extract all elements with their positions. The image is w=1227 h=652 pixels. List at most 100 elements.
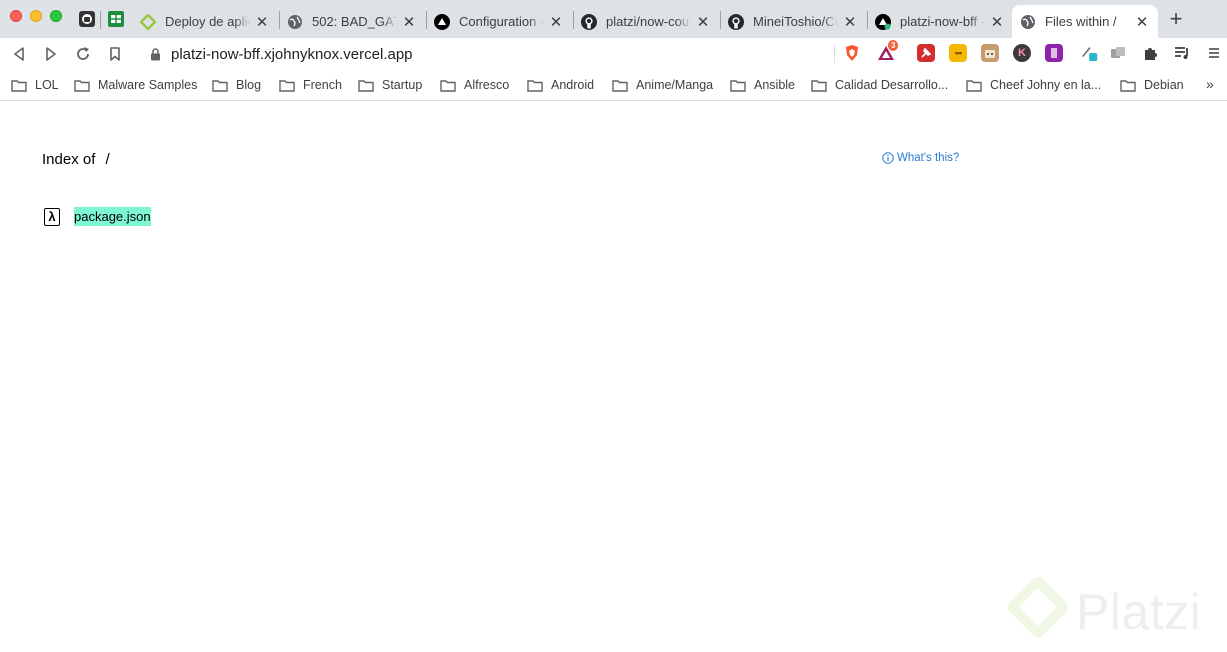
- tab-title: 502: BAD_GATEWAY: [312, 14, 397, 29]
- folder-icon: [74, 79, 90, 92]
- reload-icon: [77, 47, 89, 60]
- back-arrow-icon: [14, 47, 24, 61]
- sheets-icon: [108, 11, 124, 27]
- bookmark-label: Cheef Johny en la...: [990, 78, 1102, 92]
- bookmarks-overflow-icon[interactable]: »: [1206, 76, 1214, 92]
- close-tab-icon[interactable]: ✕: [548, 13, 564, 31]
- page-content: Index of / What's this? λ package.json P…: [0, 102, 1227, 652]
- file-link[interactable]: package.json: [74, 207, 151, 226]
- tab-deploy[interactable]: Deploy de aplica ✕: [132, 5, 278, 38]
- bookmark-folder[interactable]: Debian: [1120, 77, 1184, 93]
- github-icon: [728, 13, 744, 30]
- folder-icon: [358, 79, 374, 92]
- bookmark-folder[interactable]: Blog: [212, 77, 261, 93]
- whats-this-link[interactable]: What's this?: [882, 152, 959, 164]
- bookmark-label: Malware Samples: [98, 78, 198, 92]
- bookmark-folder[interactable]: French: [279, 77, 342, 93]
- yellow-extension-icon[interactable]: •••: [949, 44, 967, 62]
- close-tab-icon[interactable]: ✕: [989, 13, 1005, 31]
- tab-platzi-now-bff[interactable]: platzi-now-bff - ✕: [867, 5, 1013, 38]
- folder-icon: [612, 79, 628, 92]
- bookmark-label: French: [303, 78, 342, 92]
- new-tab-button[interactable]: +: [1165, 8, 1187, 30]
- lock-icon: [148, 47, 162, 61]
- reload-button[interactable]: [72, 43, 94, 65]
- current-path: /: [105, 151, 110, 168]
- teal-extension-icon[interactable]: [1081, 44, 1099, 62]
- file-list-item[interactable]: λ package.json: [44, 207, 151, 226]
- close-tab-icon[interactable]: ✕: [695, 13, 711, 31]
- tab-separator: [100, 11, 101, 29]
- globe-icon: [287, 14, 303, 30]
- pinned-tab-1[interactable]: [77, 9, 97, 29]
- bookmark-label: Alfresco: [464, 78, 510, 92]
- bookmark-folder[interactable]: Calidad Desarrollo...: [811, 77, 948, 93]
- menu-hamburger-icon[interactable]: [1205, 44, 1223, 62]
- bookmark-folder[interactable]: Startup: [358, 77, 422, 93]
- forward-arrow-icon: [46, 47, 56, 61]
- lambda-icon: λ: [44, 207, 60, 226]
- maximize-window-button[interactable]: [50, 10, 62, 22]
- tab-title: MineiToshio/Cur: [753, 14, 838, 29]
- tab-title: platzi/now-cours: [606, 14, 691, 29]
- tab-bad-gateway[interactable]: 502: BAD_GATEWAY ✕: [279, 5, 425, 38]
- bookmark-label: Debian: [1144, 78, 1184, 92]
- tab-title: Deploy de aplica: [165, 14, 250, 29]
- bookmark-folder[interactable]: Anime/Manga: [612, 77, 713, 93]
- tab-strip: Deploy de aplica ✕ 502: BAD_GATEWAY ✕ Co…: [0, 0, 1227, 38]
- whats-this-label: What's this?: [897, 152, 960, 164]
- folder-icon: [811, 79, 827, 92]
- bookmark-label: Startup: [382, 78, 423, 92]
- brave-rewards-icon[interactable]: 3: [877, 40, 899, 62]
- tab-files-within[interactable]: Files within / ✕: [1012, 5, 1158, 38]
- folder-icon: [966, 79, 982, 92]
- bookmark-icon: [110, 47, 120, 61]
- back-button[interactable]: [8, 43, 30, 65]
- close-tab-icon[interactable]: ✕: [842, 13, 858, 31]
- folder-icon: [527, 79, 543, 92]
- bookmark-folder[interactable]: Cheef Johny en la...: [966, 77, 1101, 93]
- tan-extension-icon[interactable]: [981, 44, 999, 62]
- pin-extension-icon[interactable]: [917, 44, 935, 62]
- forward-button[interactable]: [40, 43, 62, 65]
- folder-icon: [212, 79, 228, 92]
- bookmark-folder[interactable]: Alfresco: [440, 77, 509, 93]
- tab-configuration[interactable]: Configuration - ✕: [426, 5, 572, 38]
- k-extension-icon[interactable]: K: [1013, 44, 1031, 62]
- bookmark-folder[interactable]: Malware Samples: [74, 77, 197, 93]
- close-tab-icon[interactable]: ✕: [401, 13, 417, 31]
- pinned-tab-2[interactable]: [106, 9, 126, 29]
- gray-extension-icon[interactable]: [1109, 44, 1127, 62]
- rewards-badge: 3: [888, 40, 899, 51]
- bookmark-label: LOL: [35, 78, 59, 92]
- platzi-logo-icon: [1008, 577, 1068, 638]
- vercel-triangle-icon: [434, 13, 450, 30]
- tab-title: Files within /: [1045, 14, 1117, 29]
- github-icon: [581, 13, 597, 30]
- vercel-triangle-icon: [875, 13, 891, 30]
- close-tab-icon[interactable]: ✕: [254, 13, 270, 31]
- bookmark-folder[interactable]: LOL: [11, 77, 59, 93]
- tab-title: Configuration -: [459, 14, 544, 29]
- bookmark-folder[interactable]: Android: [527, 77, 594, 93]
- tab-title: platzi-now-bff -: [900, 14, 985, 29]
- bookmark-label: Ansible: [754, 78, 795, 92]
- watermark-text: Platzi: [1076, 584, 1202, 640]
- minimize-window-button[interactable]: [30, 10, 42, 22]
- address-bar[interactable]: platzi-now-bff.xjohnyknox.vercel.app: [138, 41, 834, 67]
- tab-platzi-now-course[interactable]: platzi/now-cours ✕: [573, 5, 719, 38]
- close-tab-icon[interactable]: ✕: [1134, 13, 1150, 31]
- brave-shield-icon[interactable]: [843, 44, 861, 62]
- index-label: Index of: [42, 151, 96, 168]
- close-window-button[interactable]: [10, 10, 22, 22]
- bookmark-button[interactable]: [104, 43, 126, 65]
- tab-mineitoshio[interactable]: MineiToshio/Cur ✕: [720, 5, 866, 38]
- folder-icon: [1120, 79, 1136, 92]
- url-text: platzi-now-bff.xjohnyknox.vercel.app: [171, 45, 413, 63]
- purple-extension-icon[interactable]: [1045, 44, 1063, 62]
- folder-icon: [730, 79, 746, 92]
- extensions-puzzle-icon[interactable]: [1141, 44, 1159, 62]
- media-queue-icon[interactable]: [1173, 44, 1191, 62]
- bookmark-label: Anime/Manga: [636, 78, 714, 92]
- bookmark-folder[interactable]: Ansible: [730, 77, 795, 93]
